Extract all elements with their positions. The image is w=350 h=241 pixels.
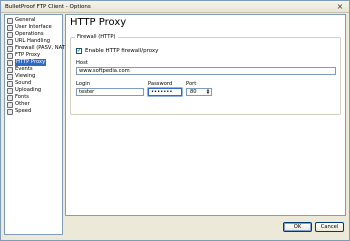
sidebar-item-label: Fonts [15,94,29,100]
login-input[interactable]: tester [76,88,144,96]
host-label: Host [76,60,88,66]
enable-http-proxy-checkbox[interactable]: ✔ [76,48,82,54]
enable-http-proxy-label: Enable HTTP firewall/proxy [85,48,159,54]
sidebar-item-http-proxy[interactable]: HTTP Proxy [7,59,62,66]
ok-button[interactable]: OK [283,222,312,232]
options-nav-tree: General User Interface Operations URL Ha… [4,14,67,235]
sound-icon [7,80,13,87]
enable-http-proxy-row[interactable]: ✔ Enable HTTP firewall/proxy [76,48,158,54]
port-stepper[interactable]: 80 ▲ ▼ [186,88,212,96]
sidebar-item-label: Events [15,66,33,72]
fonts-icon [7,94,13,101]
sidebar-item-label: User Interface [15,24,52,30]
group-label: Firewall (HTTP) [75,34,118,40]
settings-panel: HTTP Proxy Firewall (HTTP) ✔ Enable HTTP… [65,14,346,216]
sidebar-item-other[interactable]: Other [7,101,62,108]
password-input[interactable]: ••••••• [148,88,182,96]
sidebar-item-label: Viewing [15,73,36,79]
port-spin-buttons[interactable]: ▲ ▼ [205,88,211,95]
sidebar-item-events[interactable]: Events [7,66,62,73]
sidebar-item-general[interactable]: General [7,17,62,24]
sidebar-item-firewall[interactable]: Firewall (PASV, NAT) [7,45,67,52]
events-icon [7,66,13,73]
sidebar-item-label: Other [15,101,30,107]
title-bar: BulletProof FTP Client - Options × [1,1,349,13]
sidebar-item-label: Sound [15,80,32,86]
sidebar-item-label: FTP Proxy [15,52,41,58]
sidebar-item-user-interface[interactable]: User Interface [7,24,62,31]
operations-icon [7,31,13,38]
sidebar-item-ftp-proxy[interactable]: FTP Proxy [7,52,62,59]
sidebar-item-label: Firewall (PASV, NAT) [15,45,67,51]
user-interface-icon [7,24,13,31]
general-icon [7,17,13,24]
sidebar-item-label: General [15,17,36,23]
uploading-icon [7,87,13,94]
login-label: Login [76,81,90,87]
sidebar-item-label: Uploading [15,87,42,93]
sidebar-item-label: HTTP Proxy [15,59,47,66]
sidebar-item-fonts[interactable]: Fonts [7,94,62,101]
speed-icon [7,108,13,115]
viewing-icon [7,73,13,80]
sidebar-item-label: Operations [15,31,44,37]
http-proxy-icon [7,59,13,66]
sidebar-item-speed[interactable]: Speed [7,108,62,115]
other-icon [7,101,13,108]
firewall-icon [7,45,13,52]
url-handling-icon [7,38,13,45]
password-label: Password [148,81,173,87]
sidebar-item-url-handling[interactable]: URL Handling [7,38,62,45]
spin-down-icon[interactable]: ▼ [205,91,211,95]
cancel-button[interactable]: Cancel [315,222,344,232]
sidebar-item-viewing[interactable]: Viewing [7,73,62,80]
window-title: BulletProof FTP Client - Options [5,4,91,10]
ftp-proxy-icon [7,52,13,59]
sidebar-item-label: URL Handling [15,38,51,44]
sidebar-item-uploading[interactable]: Uploading [7,87,62,94]
sidebar-item-label: Speed [15,108,32,114]
port-value: 80 [190,89,197,95]
host-input[interactable]: www.softpedia.com [76,67,336,75]
port-label: Port [186,81,197,87]
options-window: BulletProof FTP Client - Options × Gener… [0,0,350,241]
sidebar-item-operations[interactable]: Operations [7,31,62,38]
sidebar-item-sound[interactable]: Sound [7,80,62,87]
close-icon[interactable]: × [335,2,345,11]
page-title: HTTP Proxy [70,17,127,28]
